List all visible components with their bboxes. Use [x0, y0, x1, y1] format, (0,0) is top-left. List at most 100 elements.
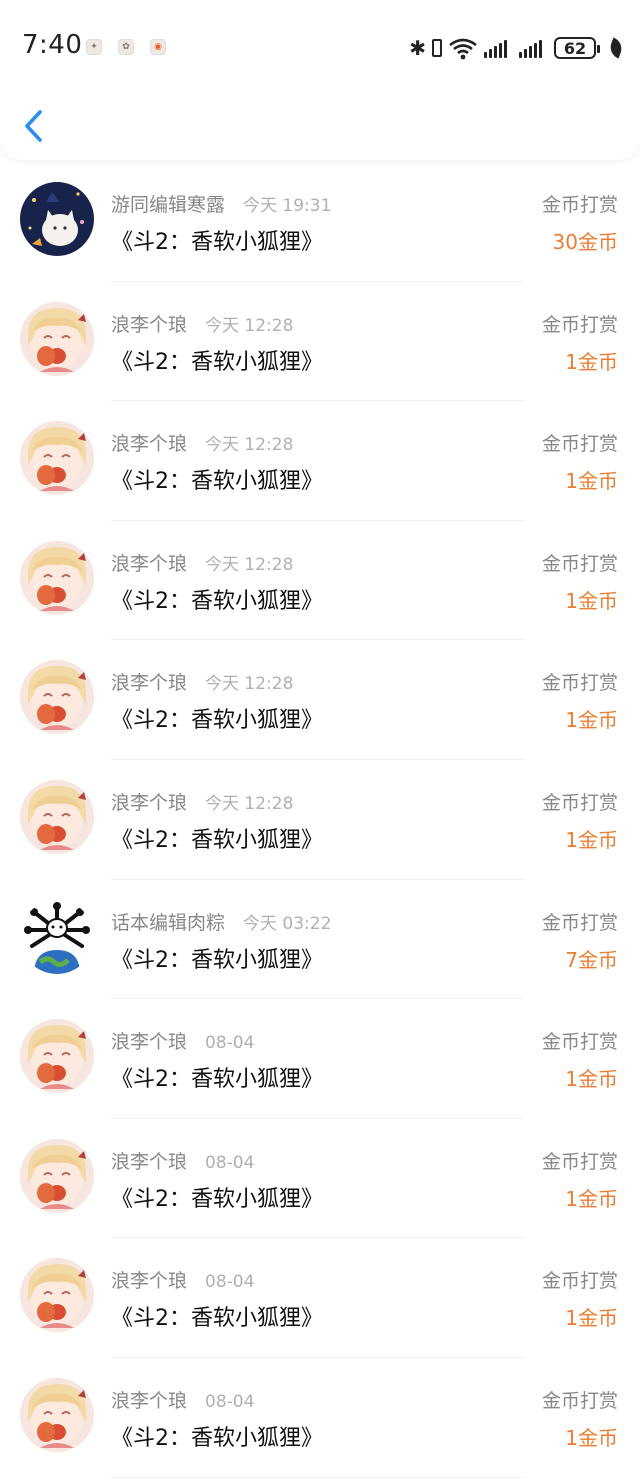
timestamp: 今天 12:28 — [205, 674, 294, 695]
list-item[interactable]: 浪李个琅 08-04 《斗2：香软小狐狸》 金币打赏 1金币 — [0, 1238, 640, 1358]
reward-type: 金币打赏 — [541, 433, 618, 456]
reward-type: 金币打赏 — [541, 1031, 618, 1054]
reward-type: 金币打赏 — [541, 1150, 618, 1173]
reward-amount: 1金币 — [565, 827, 618, 852]
reward-type: 金币打赏 — [541, 194, 618, 216]
user-name-text: 浪李个琅 — [111, 1150, 188, 1173]
list-item[interactable]: 浪李个琅 08-04 《斗2：香软小狐狸》 金币打赏 1金币 — [0, 1358, 640, 1478]
list-item[interactable]: 浪李个琅 今天 12:28 《斗2：香软小狐狸》 金币打赏 1金币 — [0, 640, 640, 760]
anime-girl-avatar — [20, 660, 94, 735]
book-title: 《斗2：香软小狐狸》 — [111, 947, 323, 973]
user-name-text: 浪李个琅 — [111, 313, 188, 336]
wifi-icon — [449, 38, 477, 60]
battery-level: 62 — [563, 38, 587, 58]
list-item[interactable]: 浪李个琅 08-04 《斗2：香软小狐狸》 金币打赏 1金币 — [0, 1119, 640, 1239]
user-name: 浪李个琅 今天 12:28 — [111, 429, 293, 456]
status-time: 7:40 — [22, 30, 83, 60]
reward-type: 金币打赏 — [541, 911, 618, 934]
reward-type: 金币打赏 — [541, 552, 618, 575]
timestamp: 08-04 — [205, 1272, 255, 1293]
user-name: 浪李个琅 08-04 — [111, 1386, 254, 1413]
reward-type: 金币打赏 — [541, 1389, 618, 1412]
list-item[interactable]: 浪李个琅 今天 12:28 《斗2：香软小狐狸》 金币打赏 1金币 — [0, 760, 640, 880]
battery-indicator: 62 — [554, 37, 600, 59]
anime-girl-avatar — [20, 1377, 94, 1452]
reward-amount: 30金币 — [552, 230, 618, 254]
bluetooth-icon: ✱ — [409, 36, 426, 60]
list-item[interactable]: 浪李个琅 今天 12:28 《斗2：香软小狐狸》 金币打赏 1金币 — [0, 521, 640, 641]
book-title: 《斗2：香软小狐狸》 — [111, 1186, 323, 1212]
book-title: 《斗2：香软小狐狸》 — [111, 1306, 323, 1332]
timestamp: 08-04 — [205, 1391, 255, 1412]
book-title: 《斗2：香软小狐狸》 — [111, 588, 323, 614]
anime-girl-avatar — [20, 1258, 94, 1333]
top-header: 7:40 ✦ ✿ ◉ ✱ 62 — [0, 0, 640, 160]
list-item[interactable]: 话本编辑肉粽 今天 03:22 《斗2：香软小狐狸》 金币打赏 7金币 — [0, 880, 640, 1000]
list-item[interactable]: 浪李个琅 08-04 《斗2：香软小狐狸》 金币打赏 1金币 — [0, 999, 640, 1119]
user-name: 浪李个琅 今天 12:28 — [111, 549, 293, 576]
anime-girl-avatar — [20, 301, 94, 376]
back-button[interactable] — [20, 104, 50, 148]
book-title: 《斗2：香软小狐狸》 — [111, 1067, 323, 1093]
book-title: 《斗2：香软小狐狸》 — [111, 827, 323, 853]
user-name-text: 浪李个琅 — [111, 672, 188, 695]
reward-amount: 1金币 — [565, 708, 618, 733]
timestamp: 今天 12:28 — [205, 793, 294, 814]
reward-amount: 1金币 — [565, 588, 618, 613]
book-title: 《斗2：香软小狐狸》 — [111, 349, 323, 375]
timestamp: 今天 03:22 — [243, 913, 332, 934]
signal-icon — [484, 38, 507, 58]
book-title: 《斗2：香软小狐狸》 — [111, 469, 323, 495]
notification-icon: ✦ — [86, 39, 102, 55]
reward-type: 金币打赏 — [541, 1270, 618, 1293]
timestamp: 今天 19:31 — [243, 196, 332, 216]
vibrate-icon — [432, 39, 442, 57]
anime-girl-avatar — [20, 421, 94, 496]
timestamp: 今天 12:28 — [205, 554, 294, 575]
user-name: 浪李个琅 今天 12:28 — [111, 788, 293, 815]
user-name-text: 浪李个琅 — [111, 1389, 188, 1412]
reward-type: 金币打赏 — [541, 791, 618, 814]
notification-icon: ✿ — [118, 39, 134, 55]
user-name: 浪李个琅 08-04 — [111, 1266, 254, 1293]
anime-girl-avatar — [20, 779, 94, 854]
chevron-left-icon — [25, 110, 42, 142]
list-item[interactable]: 游同编辑寒露 今天 19:31 《斗2：香软小狐狸》 金币打赏 30金币 — [0, 162, 640, 282]
divider — [111, 1476, 524, 1478]
reward-amount: 1金币 — [565, 1067, 618, 1092]
eco-leaf-icon — [607, 37, 625, 59]
globe-emblem-avatar — [20, 899, 94, 974]
timestamp: 今天 12:28 — [205, 435, 294, 456]
reward-amount: 1金币 — [565, 469, 618, 494]
reward-amount: 1金币 — [565, 349, 618, 374]
anime-girl-avatar — [20, 1019, 94, 1094]
reward-amount: 1金币 — [565, 1306, 618, 1331]
anime-girl-avatar — [20, 1138, 94, 1213]
reward-list: 游同编辑寒露 今天 19:31 《斗2：香软小狐狸》 金币打赏 30金币 浪李个琅… — [0, 160, 640, 1478]
list-item[interactable]: 浪李个琅 今天 12:28 《斗2：香软小狐狸》 金币打赏 1金币 — [0, 282, 640, 402]
timestamp: 今天 12:28 — [205, 315, 294, 336]
book-title: 《斗2：香软小狐狸》 — [111, 708, 323, 734]
user-name: 游同编辑寒露 今天 19:31 — [111, 190, 331, 217]
user-name: 浪李个琅 08-04 — [111, 1147, 254, 1174]
user-name: 浪李个琅 今天 12:28 — [111, 668, 293, 695]
status-bar: 7:40 ✦ ✿ ◉ ✱ 62 — [0, 0, 640, 96]
timestamp: 08-04 — [205, 1152, 255, 1173]
user-name: 话本编辑肉粽 今天 03:22 — [111, 908, 331, 935]
user-name-text: 浪李个琅 — [111, 552, 188, 575]
book-title: 《斗2：香软小狐狸》 — [111, 1425, 323, 1451]
user-name-text: 游同编辑寒露 — [111, 194, 226, 216]
reward-amount: 1金币 — [565, 1425, 618, 1450]
user-name-text: 浪李个琅 — [111, 433, 188, 456]
user-name-text: 话本编辑肉粽 — [111, 911, 226, 934]
reward-type: 金币打赏 — [541, 672, 618, 695]
reward-type: 金币打赏 — [541, 313, 618, 336]
timestamp: 08-04 — [205, 1033, 255, 1054]
signal-icon — [519, 38, 542, 58]
user-name: 浪李个琅 08-04 — [111, 1027, 254, 1054]
list-item[interactable]: 浪李个琅 今天 12:28 《斗2：香软小狐狸》 金币打赏 1金币 — [0, 401, 640, 521]
user-name-text: 浪李个琅 — [111, 1031, 188, 1054]
reward-amount: 1金币 — [565, 1186, 618, 1211]
user-name-text: 浪李个琅 — [111, 791, 188, 814]
status-icons: ✱ 62 — [409, 30, 625, 66]
